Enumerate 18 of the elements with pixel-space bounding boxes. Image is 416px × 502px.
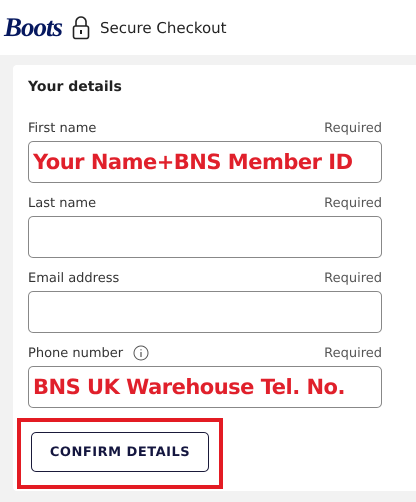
required-label: Required [324,346,382,360]
input-field[interactable] [28,291,382,333]
logo[interactable]: Boots [4,12,62,43]
field-label: First name [28,120,96,136]
field-label: Email address [28,270,120,286]
required-label: Required [324,270,382,286]
section-heading: Your details [28,79,123,95]
required-label: Required [324,196,382,210]
field-label: Phone number [28,346,124,360]
confirm-button[interactable]: CONFIRM DETAILS [31,432,209,472]
required-label: Required [324,120,382,136]
input-field[interactable]: BNS UK Warehouse Tel. No. [28,366,382,408]
lock-icon [72,16,90,40]
info-icon[interactable] [133,345,150,361]
input-field[interactable] [28,216,382,258]
field-label: Last name [28,196,96,210]
input-field[interactable]: Your Name+BNS Member ID [28,141,382,183]
page-title: Secure Checkout [100,18,227,36]
